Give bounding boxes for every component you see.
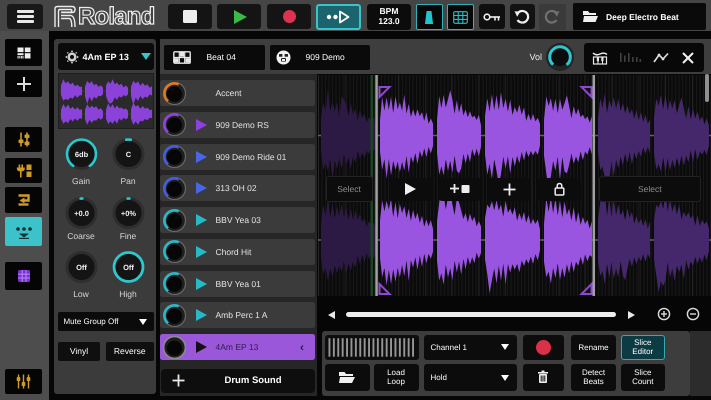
svg-text:C: C xyxy=(125,150,131,159)
svg-text:Off: Off xyxy=(76,263,87,272)
svg-text:Off: Off xyxy=(123,263,134,272)
svg-text:+0%: +0% xyxy=(120,209,136,218)
svg-text:6db: 6db xyxy=(74,150,88,159)
svg-text:Roland: Roland xyxy=(78,3,155,30)
svg-text:+0.0: +0.0 xyxy=(74,209,89,218)
